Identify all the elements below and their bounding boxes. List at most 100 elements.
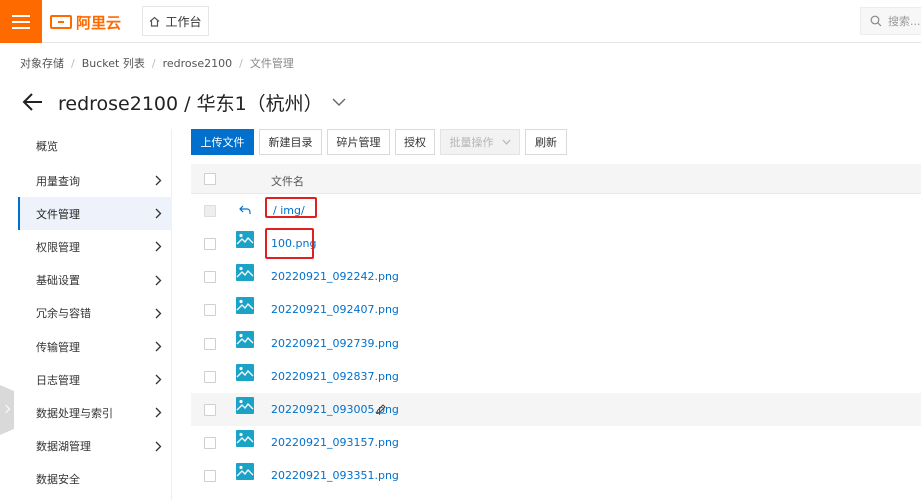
file-name-link[interactable]: 20220921_093157.png — [271, 436, 399, 449]
sidebar-item-0[interactable]: 概览 — [18, 129, 172, 162]
batch-actions-button[interactable]: 批量操作 — [440, 129, 520, 155]
image-file-icon — [236, 363, 254, 381]
sidebar-item-label: 传输管理 — [36, 340, 80, 354]
column-filename: 文件名 — [271, 175, 304, 188]
file-row[interactable]: 20220921_092407.png — [191, 293, 921, 326]
sidebar-item-10[interactable]: 数据安全 — [18, 463, 172, 496]
sidebar-item-label: 用量查询 — [36, 174, 80, 188]
return-icon — [239, 205, 251, 214]
breadcrumb-current: 文件管理 — [249, 57, 294, 70]
row-checkbox[interactable] — [204, 370, 216, 383]
aliyun-logo[interactable]: 阿里云 — [50, 10, 121, 34]
chevron-right-icon — [155, 208, 162, 219]
sidebar-item-6[interactable]: 传输管理 — [18, 330, 172, 363]
sidebar-item-label: 数据处理与索引 — [36, 406, 113, 420]
sidebar-item-label: 权限管理 — [36, 240, 80, 254]
row-checkbox[interactable] — [204, 271, 216, 284]
search-icon — [870, 15, 882, 27]
chevron-right-icon — [155, 407, 162, 418]
sidebar-item-label: 数据湖管理 — [36, 440, 91, 454]
table-header: 文件名 — [191, 164, 921, 194]
row-checkbox[interactable] — [204, 304, 216, 317]
sidebar-item-label: 数据安全 — [36, 473, 80, 487]
sidebar-item-3[interactable]: 权限管理 — [18, 230, 172, 263]
file-row[interactable]: 20220921_093157.png — [191, 426, 921, 459]
sidebar-item-label: 概览 — [36, 139, 58, 153]
row-checkbox[interactable] — [204, 238, 216, 250]
sidebar-item-9[interactable]: 数据湖管理 — [18, 430, 172, 463]
sidebar-item-5[interactable]: 冗余与容错 — [18, 297, 172, 330]
image-file-icon — [236, 430, 254, 448]
chevron-down-icon — [502, 139, 510, 145]
refresh-button[interactable]: 刷新 — [525, 129, 567, 155]
chevron-right-icon — [155, 241, 162, 252]
file-row[interactable]: 20220921_093005.png — [191, 393, 921, 426]
new-directory-button[interactable]: 新建目录 — [259, 129, 322, 155]
sidebar-item-4[interactable]: 基础设置 — [18, 264, 172, 297]
chevron-down-icon[interactable] — [332, 97, 346, 107]
file-row[interactable]: 20220921_093351.png — [191, 459, 921, 492]
authorize-button[interactable]: 授权 — [395, 129, 435, 155]
breadcrumb-bucket[interactable]: redrose2100 — [163, 57, 233, 70]
fragment-manage-button[interactable]: 碎片管理 — [327, 129, 390, 155]
batch-actions-label: 批量操作 — [449, 136, 494, 149]
file-row[interactable]: 20220921_092837.png — [191, 360, 921, 393]
workbench-label: 工作台 — [165, 14, 202, 29]
chevron-right-icon — [155, 441, 162, 452]
upload-file-button[interactable]: 上传文件 — [191, 129, 254, 155]
file-row[interactable]: 20220921_092242.png — [191, 260, 921, 293]
pencil-icon[interactable] — [376, 404, 386, 414]
home-icon — [150, 16, 160, 27]
top-bar: 阿里云 工作台 搜索... — [0, 0, 921, 43]
image-file-icon — [236, 231, 254, 248]
image-file-icon — [236, 297, 254, 315]
brand-name: 阿里云 — [76, 13, 122, 32]
breadcrumb-bucket-list[interactable]: Bucket 列表 — [82, 55, 145, 71]
sidebar-item-2[interactable]: 文件管理 — [18, 197, 172, 231]
arrow-left-icon[interactable] — [22, 92, 44, 112]
sidebar-item-label: 冗余与容错 — [36, 307, 91, 321]
hamburger-icon — [12, 14, 30, 17]
row-checkbox[interactable] — [204, 470, 216, 483]
row-checkbox[interactable] — [204, 337, 216, 350]
image-file-icon — [236, 463, 254, 481]
search-input[interactable]: 搜索... — [860, 7, 921, 35]
file-name-link[interactable]: 20220921_093351.png — [271, 469, 399, 482]
image-file-icon — [236, 397, 254, 414]
file-name-link[interactable]: 20220921_092407.png — [271, 303, 399, 316]
chevron-right-icon — [155, 308, 162, 319]
file-row[interactable]: 20220921_092739.png — [191, 327, 921, 360]
breadcrumb: 对象存储 / Bucket 列表 / redrose2100 / 文件管理 — [20, 55, 294, 71]
search-placeholder: 搜索... — [888, 15, 921, 28]
sidebar-item-8[interactable]: 数据处理与索引 — [18, 396, 172, 429]
highlight-100-png — [265, 228, 314, 259]
sidebar-item-label: 文件管理 — [36, 207, 80, 221]
highlight-parent-path — [265, 197, 317, 218]
chevron-right-icon — [155, 374, 162, 385]
breadcrumb-oss[interactable]: 对象存储 — [20, 55, 64, 71]
sidebar-item-label: 日志管理 — [36, 373, 80, 387]
file-name-link[interactable]: 20220921_092837.png — [271, 370, 399, 383]
menu-button[interactable] — [0, 0, 42, 43]
row-checkbox[interactable] — [204, 437, 216, 450]
row-checkbox[interactable] — [204, 404, 216, 416]
file-name-link[interactable]: 20220921_092739.png — [271, 337, 399, 350]
toolbar: 上传文件 新建目录 碎片管理 授权 批量操作 刷新 — [191, 129, 567, 155]
sidebar-item-label: 基础设置 — [36, 274, 80, 288]
chevron-right-icon — [155, 175, 162, 186]
file-name-link[interactable]: 20220921_092242.png — [271, 270, 399, 283]
workbench-button[interactable]: 工作台 — [142, 6, 209, 36]
image-file-icon — [236, 264, 254, 282]
select-all-checkbox[interactable] — [204, 173, 216, 185]
image-file-icon — [236, 330, 254, 348]
sidebar: 概览用量查询文件管理权限管理基础设置冗余与容错传输管理日志管理数据处理与索引 数据… — [18, 129, 172, 500]
aliyun-logo-icon — [50, 15, 72, 29]
chevron-right-icon — [155, 275, 162, 286]
sidebar-item-1[interactable]: 用量查询 — [18, 164, 172, 197]
sidebar-collapse-handle[interactable] — [0, 385, 14, 435]
page-title: redrose2100 / 华东1（杭州） — [58, 92, 323, 115]
page-title-row: redrose2100 / 华东1（杭州） — [22, 88, 346, 116]
chevron-right-icon — [155, 341, 162, 352]
row-checkbox — [204, 205, 216, 217]
sidebar-item-7[interactable]: 日志管理 — [18, 363, 172, 396]
